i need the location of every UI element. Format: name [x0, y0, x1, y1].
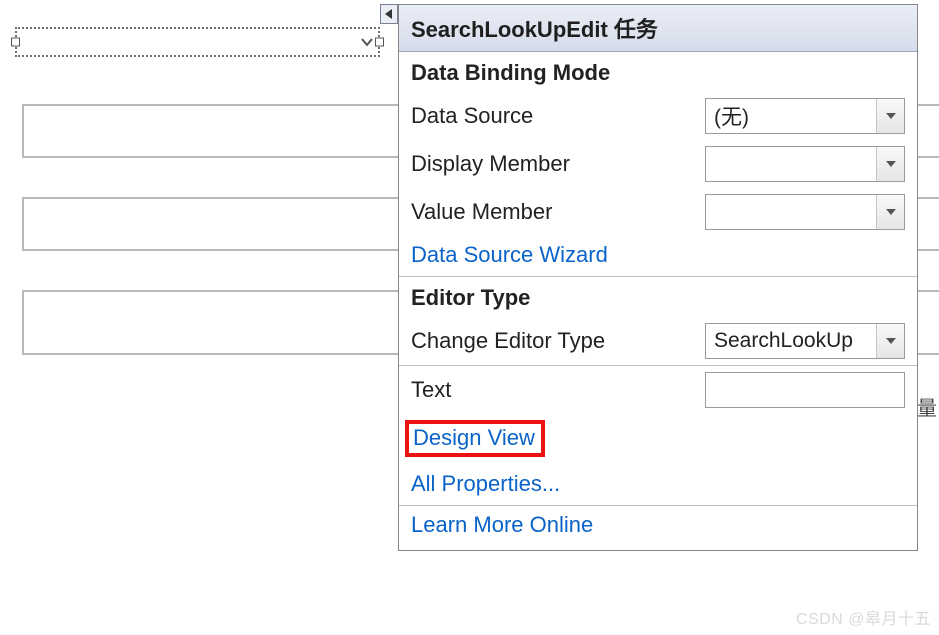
combo-data-source-value: (无): [706, 101, 876, 131]
chevron-down-icon[interactable]: [876, 99, 904, 133]
row-value-member: Value Member: [399, 188, 917, 236]
chevron-down-icon[interactable]: [876, 147, 904, 181]
label-display-member: Display Member: [411, 151, 695, 177]
panel-title: SearchLookUpEdit 任务: [399, 5, 917, 52]
label-text: Text: [411, 377, 695, 403]
label-value-member: Value Member: [411, 199, 695, 225]
section-editor-type: Editor Type: [399, 277, 917, 317]
combo-change-editor-type-value: SearchLookUp: [706, 329, 876, 353]
row-data-source: Data Source (无): [399, 92, 917, 140]
combo-change-editor-type[interactable]: SearchLookUp: [705, 323, 905, 359]
row-display-member: Display Member: [399, 140, 917, 188]
link-learn-more-online[interactable]: Learn More Online: [411, 512, 593, 538]
textbox-text[interactable]: [705, 372, 905, 408]
section-data-binding: Data Binding Mode: [399, 52, 917, 92]
smart-tag-panel: SearchLookUpEdit 任务 Data Binding Mode Da…: [398, 4, 918, 551]
row-text: Text: [399, 366, 917, 414]
combo-display-member[interactable]: [705, 146, 905, 182]
chevron-down-icon[interactable]: [876, 324, 904, 358]
row-change-editor-type: Change Editor Type SearchLookUp: [399, 317, 917, 365]
selected-searchlookupedit-control[interactable]: [15, 27, 380, 57]
combo-data-source[interactable]: (无): [705, 98, 905, 134]
label-change-editor-type: Change Editor Type: [411, 328, 695, 354]
stray-character: 量: [917, 392, 937, 421]
combo-value-member[interactable]: [705, 194, 905, 230]
smart-tag-glyph[interactable]: [380, 4, 398, 24]
chevron-down-icon[interactable]: [876, 195, 904, 229]
link-design-view[interactable]: Design View: [405, 420, 545, 457]
resize-handle-right[interactable]: [375, 38, 384, 47]
resize-handle-left[interactable]: [11, 38, 20, 47]
link-all-properties[interactable]: All Properties...: [411, 471, 560, 497]
link-data-source-wizard[interactable]: Data Source Wizard: [411, 242, 608, 268]
watermark: CSDN @皋月十五: [796, 605, 931, 629]
label-data-source: Data Source: [411, 103, 695, 129]
